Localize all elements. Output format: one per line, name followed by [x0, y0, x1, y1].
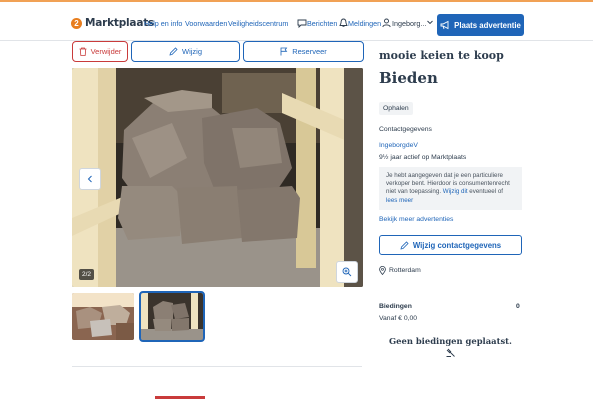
auction-hammer-icon — [446, 348, 455, 357]
content-divider — [72, 366, 362, 367]
chevron-left-icon — [87, 175, 92, 183]
contact-heading: Contactgegevens — [379, 126, 432, 133]
thumbnail-1[interactable] — [72, 293, 134, 340]
bids-count: 0 — [516, 303, 520, 310]
user-icon — [382, 18, 391, 28]
megaphone-icon — [440, 20, 449, 30]
seller-name-link[interactable]: IngeborgdeV — [379, 142, 418, 149]
notice-read-more-link[interactable]: lees meer — [386, 197, 413, 204]
chat-icon — [297, 19, 307, 28]
section-tab-indicator — [155, 396, 205, 399]
user-menu[interactable]: Ingeborg... — [392, 19, 426, 28]
seller-activity: 9½ jaar actief op Marktplaats — [379, 154, 467, 161]
nav-safety[interactable]: Veiligheidscentrum — [228, 19, 288, 28]
thumbnail-2-image — [141, 293, 203, 340]
more-ads-link[interactable]: Bekijk meer advertenties — [379, 216, 453, 223]
main-photo[interactable] — [72, 68, 363, 287]
place-ad-label: Plaats advertentie — [454, 20, 521, 30]
thumbnail-1-image — [72, 293, 134, 340]
edit-contact-button[interactable]: Wijzig contactgegevens — [379, 235, 522, 255]
bell-icon — [339, 18, 348, 27]
flag-icon — [280, 47, 288, 56]
reserve-button[interactable]: Reserveer — [243, 41, 364, 62]
private-seller-notice: Je hebt aangegeven dat je een particulie… — [379, 167, 522, 210]
delete-button[interactable]: Verwijder — [72, 41, 128, 62]
logo-badge: 2 — [71, 17, 82, 29]
zoom-icon — [342, 267, 352, 277]
stones-photo-image — [72, 68, 363, 287]
delete-label: Verwijder — [90, 47, 122, 56]
notice-edit-link[interactable]: Wijzig dit — [443, 188, 468, 195]
thumbnail-2[interactable] — [139, 291, 205, 342]
location-pin-icon — [379, 266, 386, 275]
bids-start-price: Vanaf € 0,00 — [379, 315, 418, 322]
top-accent-line — [0, 0, 593, 2]
pencil-icon — [400, 240, 409, 250]
bids-heading: Biedingen — [379, 303, 412, 310]
zoom-button[interactable] — [336, 261, 358, 283]
edit-button[interactable]: Wijzig — [131, 41, 240, 62]
edit-contact-label: Wijzig contactgegevens — [412, 240, 502, 250]
edit-label: Wijzig — [182, 47, 202, 56]
location-text: Rotterdam — [389, 267, 421, 274]
site-header: 2 Marktplaats Help en info Voorwaarden V… — [0, 5, 593, 43]
place-ad-button[interactable]: Plaats advertentie — [437, 14, 524, 36]
delivery-tag: Ophalen — [379, 102, 413, 115]
nav-terms[interactable]: Voorwaarden — [185, 19, 227, 28]
notice-mid-text: eventueel of — [469, 188, 503, 196]
chevron-down-icon[interactable] — [426, 18, 434, 26]
marktplaats-logo[interactable]: 2 Marktplaats — [71, 17, 154, 29]
listing-title: mooie keien te koop — [379, 49, 504, 62]
pencil-icon — [169, 47, 178, 56]
nav-notifications[interactable]: Meldingen — [348, 19, 381, 28]
nav-messages[interactable]: Berichten — [307, 19, 337, 28]
listing-price: Bieden — [379, 69, 438, 87]
nav-help[interactable]: Help en info — [144, 19, 182, 28]
reserve-label: Reserveer — [292, 47, 327, 56]
location: Rotterdam — [379, 266, 421, 275]
previous-photo-button[interactable] — [79, 168, 101, 190]
trash-icon — [79, 47, 87, 56]
photo-counter: 2/2 — [79, 269, 95, 280]
no-bids-message: Geen biedingen geplaatst. — [389, 336, 512, 346]
